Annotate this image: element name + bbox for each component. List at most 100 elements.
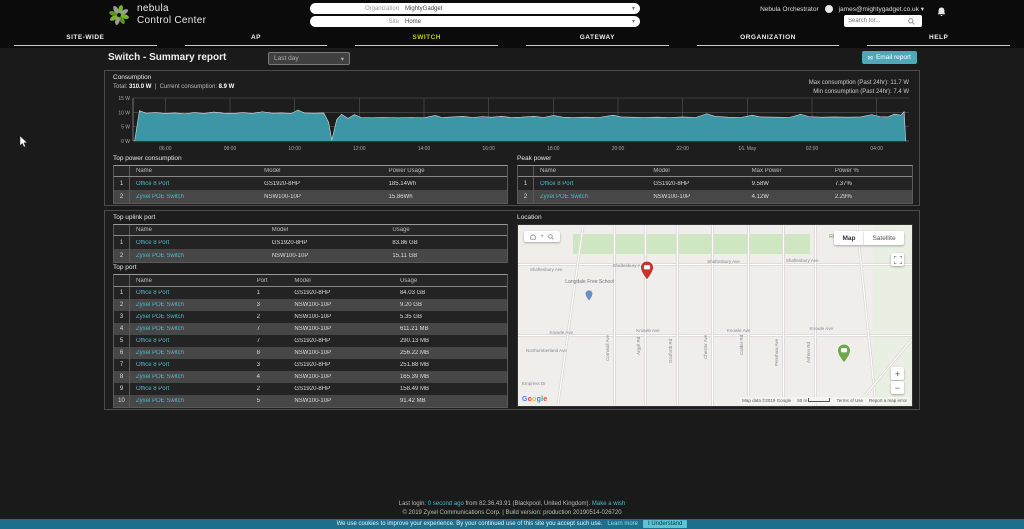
street-label: Chester Ave xyxy=(703,335,708,359)
tab-organization[interactable]: ORGANIZATION xyxy=(683,30,854,48)
device-name-link[interactable]: Office 8 Port xyxy=(130,290,251,296)
zoom-in-button[interactable]: + xyxy=(891,367,904,380)
google-map[interactable]: Shaftesbury AveShaftesbury AveShaftesbur… xyxy=(517,224,913,407)
switch-red-marker[interactable] xyxy=(640,261,654,280)
street-label: Knowle Ave xyxy=(636,328,659,333)
plus-icon[interactable]: + xyxy=(540,234,544,240)
map-toolbar[interactable]: + xyxy=(524,231,560,242)
make-a-wish-link[interactable]: Make a wish xyxy=(592,501,625,507)
column-header: Power Usage xyxy=(383,168,507,174)
device-name-link[interactable]: Zyxel POE Switch xyxy=(130,253,266,259)
email-report-button[interactable]: ✉ Email report xyxy=(862,51,918,64)
orchestrator-icon[interactable] xyxy=(825,5,833,13)
organization-select[interactable]: Organization MightyGadget ▾ xyxy=(310,3,640,14)
search-icon[interactable] xyxy=(548,234,554,240)
table-cell: 15.11 GB xyxy=(386,253,507,259)
search-icon[interactable] xyxy=(908,18,915,25)
table-cell: GS1920-8HP xyxy=(288,290,394,296)
table-row: 2Zyxel POE SwitchNSW100-10P4.12W2.29% xyxy=(518,190,912,203)
device-name-link[interactable]: Zyxel POE Switch xyxy=(130,326,251,332)
row-index: 1 xyxy=(114,177,130,190)
device-name-link[interactable]: Office 8 Port xyxy=(130,181,258,187)
notifications-bell-icon[interactable] xyxy=(937,4,946,22)
fullscreen-icon[interactable] xyxy=(891,253,904,266)
search-input[interactable] xyxy=(848,18,908,24)
switch-green-marker[interactable] xyxy=(837,344,851,363)
last-login-time-link[interactable]: 0 second ago xyxy=(428,501,464,507)
device-name-link[interactable]: Zyxel POE Switch xyxy=(130,350,251,356)
svg-text:10 W: 10 W xyxy=(118,110,130,116)
table-cell: 3 xyxy=(251,362,289,368)
road xyxy=(613,225,616,406)
device-name-link[interactable]: Zyxel POE Switch xyxy=(130,398,251,404)
google-logo: Google xyxy=(522,396,547,403)
street-label: Knowle Ave xyxy=(550,330,573,335)
report-period-select[interactable]: Last day ▾ xyxy=(268,52,350,65)
device-name-link[interactable]: Office 8 Port xyxy=(130,338,251,344)
i-understand-button[interactable]: I Understand xyxy=(643,520,687,528)
school-blue-marker[interactable] xyxy=(585,290,593,301)
device-name-link[interactable]: Office 8 Port xyxy=(130,240,266,246)
svg-text:08:00: 08:00 xyxy=(224,146,237,152)
park-area xyxy=(573,234,809,254)
device-name-link[interactable]: Zyxel POE Switch xyxy=(130,302,251,308)
site-select[interactable]: Site Home ▾ xyxy=(310,16,640,27)
street-label: Gosforth Rd xyxy=(668,338,673,362)
row-index: 9 xyxy=(114,383,130,395)
envelope-icon: ✉ xyxy=(868,54,873,62)
street-label: Shaftesbury Ave xyxy=(530,267,563,272)
peak-power-title: Peak power xyxy=(517,155,913,162)
svg-text:18:00: 18:00 xyxy=(547,146,560,152)
tab-gateway[interactable]: GATEWAY xyxy=(512,30,683,48)
table-cell: NSW100-10P xyxy=(258,194,382,200)
street-label: Ashton Rd xyxy=(806,342,811,363)
device-name-link[interactable]: Zyxel POE Switch xyxy=(130,374,251,380)
row-index: 5 xyxy=(114,335,130,347)
top-port-table: NamePortModelUsage1Office 8 Port1GS1920-… xyxy=(113,274,508,408)
device-name-link[interactable]: Zyxel POE Switch xyxy=(534,194,647,200)
chevron-down-icon: ▾ xyxy=(632,18,635,25)
table-cell: NSW100-10P xyxy=(266,253,387,259)
consumption-area-chart[interactable]: 0 W5 W10 W15 W06:0008:0010:0012:0014:001… xyxy=(113,95,913,153)
pan-icon[interactable] xyxy=(530,234,536,240)
street-label: Empress Dr xyxy=(522,381,546,386)
device-name-link[interactable]: Office 8 Port xyxy=(534,181,647,187)
table-cell: 165.39 MB xyxy=(394,374,507,380)
nebula-logo[interactable]: nebula Control Center xyxy=(108,3,206,27)
svg-text:04:00: 04:00 xyxy=(870,146,883,152)
row-index: 2 xyxy=(518,190,534,203)
column-header: Power % xyxy=(829,168,912,174)
tab-underline xyxy=(697,45,840,46)
table-cell: 84.03 GB xyxy=(394,290,507,296)
table-cell: GS1920-8HP xyxy=(288,338,394,344)
row-index: 1 xyxy=(114,236,130,249)
tab-switch[interactable]: SWITCH xyxy=(341,30,512,48)
table-row: 2Zyxel POE SwitchNSW100-10P15.11 GB xyxy=(114,249,507,262)
table-cell: NSW100-10P xyxy=(288,374,394,380)
tab-site-wide[interactable]: SITE-WIDE xyxy=(0,30,171,48)
device-name-link[interactable]: Zyxel POE Switch xyxy=(130,194,258,200)
satellite-view-button[interactable]: Satellite xyxy=(864,231,904,245)
terms-link[interactable]: Terms of Use xyxy=(836,398,863,403)
device-name-link[interactable]: Office 8 Port xyxy=(130,386,251,392)
report-error-link[interactable]: Report a map error xyxy=(869,398,907,403)
user-email-menu[interactable]: james@mightygadget.co.uk ▾ xyxy=(839,5,924,13)
index-header xyxy=(114,275,130,286)
row-index: 1 xyxy=(114,287,130,299)
tab-help[interactable]: HELP xyxy=(853,30,1024,48)
table-cell: GS1920-8HP xyxy=(288,362,394,368)
table-cell: 2.29% xyxy=(829,194,912,200)
tab-ap[interactable]: AP xyxy=(171,30,342,48)
table-cell: GS1920-8HP xyxy=(647,181,745,187)
device-name-link[interactable]: Zyxel POE Switch xyxy=(130,314,251,320)
table-cell: 7 xyxy=(251,326,289,332)
svg-text:10:00: 10:00 xyxy=(288,146,301,152)
device-name-link[interactable]: Office 8 Port xyxy=(130,362,251,368)
table-header-row: NamePortModelUsage xyxy=(114,275,507,287)
map-view-button[interactable]: Map xyxy=(834,231,864,245)
row-index: 3 xyxy=(114,311,130,323)
zoom-out-button[interactable]: − xyxy=(891,381,904,394)
column-header: Port xyxy=(251,278,289,284)
learn-more-link[interactable]: Learn more xyxy=(607,521,638,527)
row-index: 6 xyxy=(114,347,130,359)
